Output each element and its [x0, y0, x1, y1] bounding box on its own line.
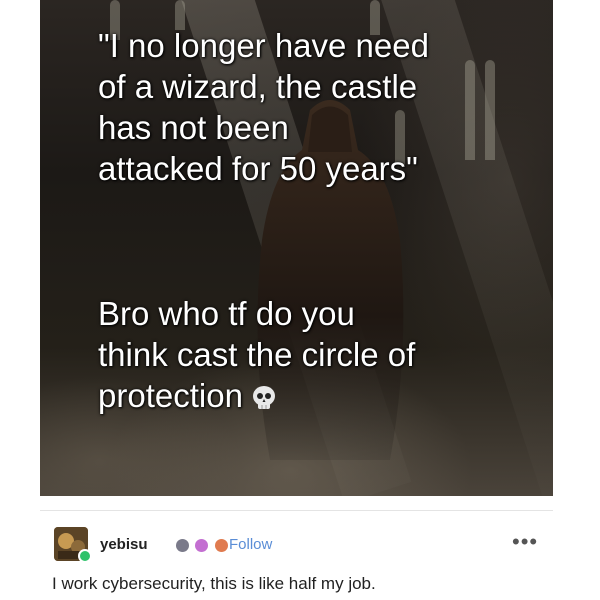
- skull-emoji-icon: [252, 386, 275, 410]
- reply-line-text: protection: [98, 377, 243, 414]
- username-link[interactable]: yebisu: [100, 536, 148, 553]
- post-author-row: yebisu Follow •••: [54, 527, 554, 567]
- divider: [40, 510, 553, 511]
- badge-icon[interactable]: [214, 539, 228, 553]
- meme-quote-text: "I no longer have need of a wizard, the …: [98, 25, 528, 189]
- reply-line: Bro who tf do you: [98, 295, 355, 332]
- reply-line: protection: [98, 375, 528, 416]
- quote-line: attacked for 50 years": [98, 150, 418, 187]
- reply-line: think cast the circle of: [98, 336, 416, 373]
- meme-reply-text: Bro who tf do you think cast the circle …: [98, 293, 528, 416]
- meme-image: "I no longer have need of a wizard, the …: [40, 0, 553, 496]
- more-options-icon[interactable]: •••: [512, 529, 538, 555]
- post-comment-text: I work cybersecurity, this is like half …: [52, 574, 376, 593]
- follow-button[interactable]: Follow: [229, 536, 272, 553]
- badge-icon[interactable]: [195, 539, 209, 553]
- quote-line: of a wizard, the castle: [98, 68, 418, 105]
- user-badges: [176, 537, 230, 555]
- quote-line: has not been: [98, 109, 289, 146]
- online-status-icon: [78, 549, 92, 563]
- quote-line: "I no longer have need: [98, 27, 429, 64]
- badge-icon[interactable]: [176, 539, 189, 553]
